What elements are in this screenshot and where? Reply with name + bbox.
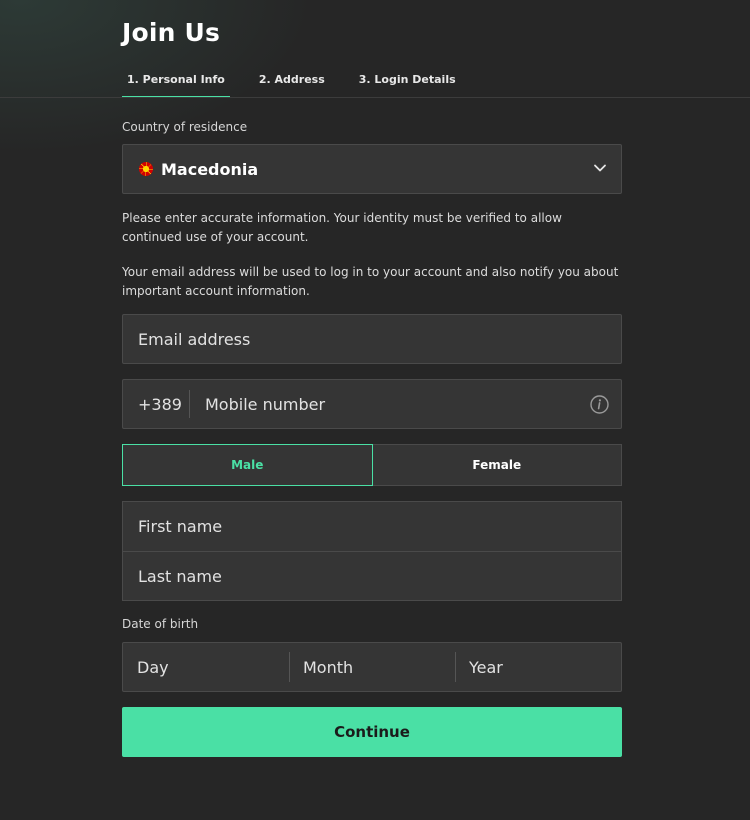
step-tabs: 1. Personal Info 2. Address 3. Login Det…: [122, 66, 485, 98]
tab-login-details[interactable]: 3. Login Details: [354, 66, 461, 98]
identity-info-text: Please enter accurate information. Your …: [122, 211, 562, 244]
first-name-input[interactable]: [123, 502, 621, 551]
gender-toggle: Male Female: [122, 444, 622, 486]
info-icon[interactable]: [590, 395, 609, 414]
dob-day-seg: [123, 643, 289, 691]
first-name-row: [123, 502, 621, 552]
tab-personal-info[interactable]: 1. Personal Info: [122, 66, 230, 98]
last-name-input[interactable]: [123, 552, 621, 601]
tab-address[interactable]: 2. Address: [254, 66, 330, 98]
name-fields: [122, 501, 622, 601]
dob-year-input[interactable]: [455, 643, 621, 691]
male-button[interactable]: Male: [122, 444, 373, 486]
join-page: Join Us 1. Personal Info 2. Address 3. L…: [0, 0, 750, 820]
email-field-box: [122, 314, 622, 364]
chevron-down-icon: [594, 164, 606, 172]
page-title: Join Us: [122, 18, 221, 47]
mobile-number-input[interactable]: [190, 380, 621, 428]
dob-year-seg: [455, 643, 621, 691]
country-value: Macedonia: [161, 159, 259, 179]
dob-day-input[interactable]: [123, 643, 289, 691]
email-field[interactable]: [123, 315, 621, 363]
country-select[interactable]: Macedonia: [122, 144, 622, 194]
last-name-row: [123, 552, 621, 601]
continue-button[interactable]: Continue: [122, 707, 622, 757]
dob-month-input[interactable]: [289, 643, 455, 691]
country-label: Country of residence: [122, 120, 248, 134]
email-info-text: Your email address will be used to log i…: [122, 265, 619, 298]
female-button[interactable]: Female: [372, 444, 622, 486]
dob-label: Date of birth: [122, 617, 199, 631]
dob-month-seg: [289, 643, 455, 691]
dob-fields: [122, 642, 622, 692]
macedonia-flag-icon: [139, 162, 153, 176]
mobile-field-box: +389: [122, 379, 622, 429]
phone-prefix[interactable]: +389: [123, 380, 190, 428]
header-divider: [0, 97, 750, 98]
